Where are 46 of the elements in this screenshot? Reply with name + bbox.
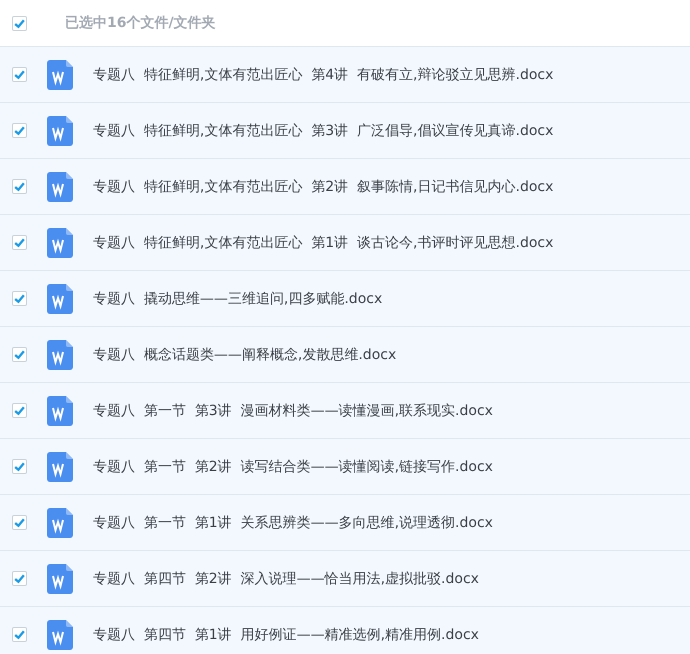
file-checkbox[interactable]: [12, 571, 27, 586]
file-checkbox[interactable]: [12, 459, 27, 474]
word-document-icon: [47, 116, 73, 146]
word-document-icon: [47, 452, 73, 482]
file-checkbox[interactable]: [12, 515, 27, 530]
file-row[interactable]: 专题八 第四节 第2讲 深入说理——恰当用法,虚拟批驳.docx: [0, 550, 690, 606]
file-checkbox[interactable]: [12, 347, 27, 362]
file-name: 专题八 特征鲜明,文体有范出匠心 第4讲 有破有立,辩论驳立见思辨.docx: [93, 66, 554, 84]
file-checkbox[interactable]: [12, 291, 27, 306]
file-name: 专题八 特征鲜明,文体有范出匠心 第2讲 叙事陈情,日记书信见内心.docx: [93, 178, 554, 196]
word-document-icon: [47, 508, 73, 538]
file-name: 专题八 特征鲜明,文体有范出匠心 第1讲 谈古论今,书评时评见思想.docx: [93, 234, 554, 252]
file-row[interactable]: 专题八 特征鲜明,文体有范出匠心 第3讲 广泛倡导,倡议宣传见真谛.docx: [0, 102, 690, 158]
file-checkbox[interactable]: [12, 403, 27, 418]
file-name: 专题八 撬动思维——三维追问,四多赋能.docx: [93, 290, 382, 308]
word-document-icon: [47, 564, 73, 594]
word-document-icon: [47, 172, 73, 202]
file-checkbox[interactable]: [12, 67, 27, 82]
file-row[interactable]: 专题八 特征鲜明,文体有范出匠心 第1讲 谈古论今,书评时评见思想.docx: [0, 214, 690, 270]
file-row[interactable]: 专题八 第一节 第3讲 漫画材料类——读懂漫画,联系现实.docx: [0, 382, 690, 438]
file-row[interactable]: 专题八 第四节 第1讲 用好例证——精准选例,精准用例.docx: [0, 606, 690, 654]
file-row[interactable]: 专题八 撬动思维——三维追问,四多赋能.docx: [0, 270, 690, 326]
word-document-icon: [47, 60, 73, 90]
file-checkbox[interactable]: [12, 235, 27, 250]
selection-count: 已选中16个文件/文件夹: [65, 14, 216, 32]
file-name: 专题八 特征鲜明,文体有范出匠心 第3讲 广泛倡导,倡议宣传见真谛.docx: [93, 122, 554, 140]
file-row[interactable]: 专题八 特征鲜明,文体有范出匠心 第2讲 叙事陈情,日记书信见内心.docx: [0, 158, 690, 214]
file-name: 专题八 第一节 第2讲 读写结合类——读懂阅读,链接写作.docx: [93, 458, 493, 476]
file-name: 专题八 第一节 第1讲 关系思辨类——多向思维,说理透彻.docx: [93, 514, 493, 532]
word-document-icon: [47, 340, 73, 370]
word-document-icon: [47, 228, 73, 258]
select-all-checkbox[interactable]: [12, 16, 27, 30]
word-document-icon: [47, 284, 73, 314]
file-checkbox[interactable]: [12, 179, 27, 194]
word-document-icon: [47, 620, 73, 650]
file-name: 专题八 第四节 第1讲 用好例证——精准选例,精准用例.docx: [93, 626, 479, 644]
word-document-icon: [47, 396, 73, 426]
file-name: 专题八 第四节 第2讲 深入说理——恰当用法,虚拟批驳.docx: [93, 570, 479, 588]
file-row[interactable]: 专题八 第一节 第1讲 关系思辨类——多向思维,说理透彻.docx: [0, 494, 690, 550]
file-checkbox[interactable]: [12, 627, 27, 642]
file-name: 专题八 第一节 第3讲 漫画材料类——读懂漫画,联系现实.docx: [93, 402, 493, 420]
file-row[interactable]: 专题八 概念话题类——阐释概念,发散思维.docx: [0, 326, 690, 382]
file-row[interactable]: 专题八 特征鲜明,文体有范出匠心 第4讲 有破有立,辩论驳立见思辨.docx: [0, 46, 690, 102]
file-name: 专题八 概念话题类——阐释概念,发散思维.docx: [93, 346, 396, 364]
file-checkbox[interactable]: [12, 123, 27, 138]
file-row[interactable]: 专题八 第一节 第2讲 读写结合类——读懂阅读,链接写作.docx: [0, 438, 690, 494]
